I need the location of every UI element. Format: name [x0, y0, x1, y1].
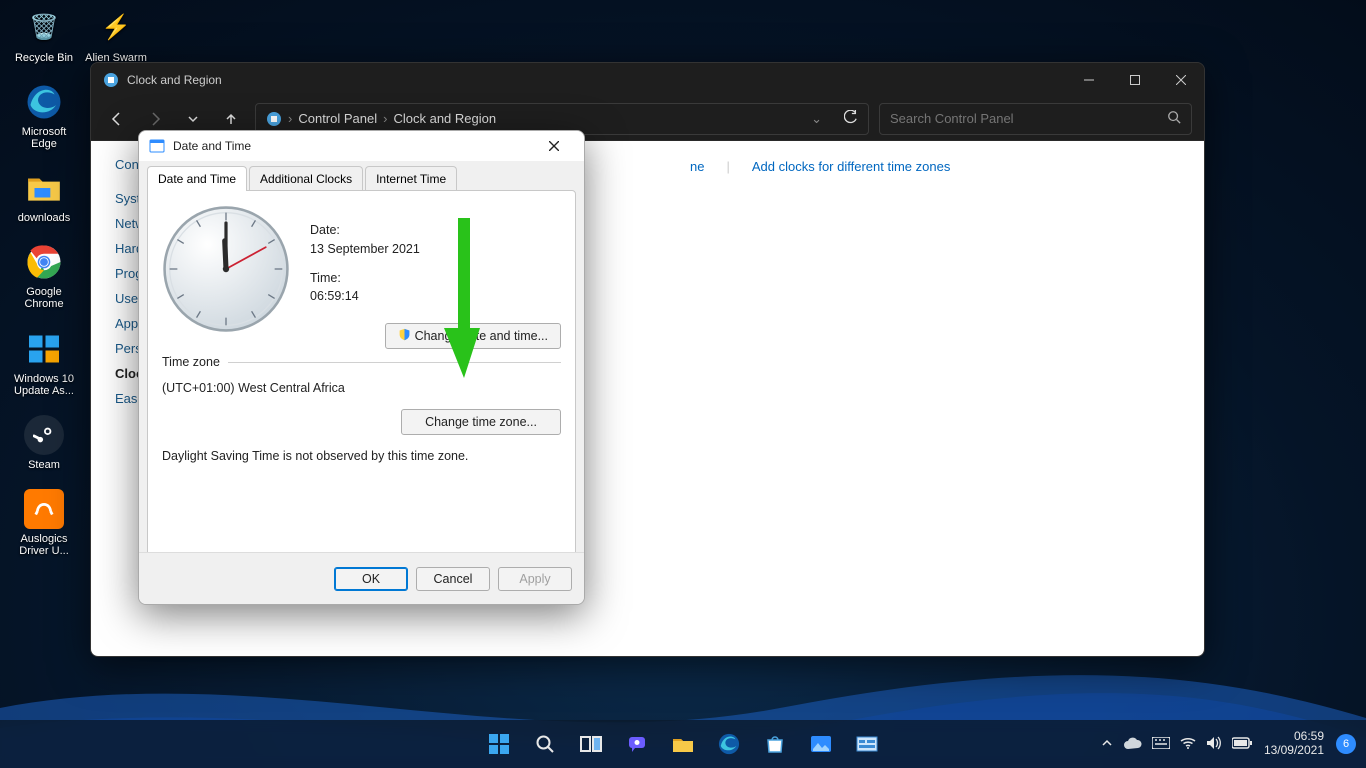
- change-timezone-button[interactable]: Change time zone...: [401, 409, 561, 435]
- recycle-bin-icon: 🗑️: [24, 8, 64, 48]
- taskbar: 06:59 13/09/2021 6: [0, 720, 1366, 768]
- notification-badge[interactable]: 6: [1336, 734, 1356, 754]
- taskbar-control-panel-button[interactable]: [847, 724, 887, 764]
- change-timezone-label: Change time zone...: [425, 415, 537, 429]
- tab-date-time[interactable]: Date and Time: [147, 166, 247, 191]
- windows-update-icon: [24, 329, 64, 369]
- nav-up-button[interactable]: [217, 105, 245, 133]
- tab-additional-clocks[interactable]: Additional Clocks: [249, 166, 363, 191]
- chevron-right-icon: ›: [383, 111, 387, 126]
- divider: [228, 362, 561, 363]
- ok-button[interactable]: OK: [334, 567, 408, 591]
- date-time-dialog: Date and Time Date and Time Additional C…: [138, 130, 585, 605]
- desktop-icon-label: Steam: [28, 459, 60, 471]
- desktop-icon-label: Microsoft Edge: [22, 126, 67, 150]
- tab-internet-time[interactable]: Internet Time: [365, 166, 457, 191]
- tray-overflow-button[interactable]: [1102, 737, 1112, 751]
- date-label: Date:: [310, 221, 420, 240]
- link-set-time-date[interactable]: ne: [690, 159, 704, 174]
- start-button[interactable]: [479, 724, 519, 764]
- apply-button[interactable]: Apply: [498, 567, 572, 591]
- window-close-button[interactable]: [1158, 63, 1204, 97]
- breadcrumb-leaf[interactable]: Clock and Region: [393, 111, 496, 126]
- desktop-icon-steam[interactable]: Steam: [8, 415, 80, 471]
- taskbar-clock-time: 06:59: [1264, 730, 1324, 744]
- dst-note: Daylight Saving Time is not observed by …: [162, 449, 561, 463]
- task-view-button[interactable]: [571, 724, 611, 764]
- window-maximize-button[interactable]: [1112, 63, 1158, 97]
- search-box[interactable]: [879, 103, 1192, 135]
- divider: |: [726, 159, 729, 174]
- desktop-icon-label: Recycle Bin: [15, 52, 73, 64]
- chevron-down-icon[interactable]: ⌄: [811, 111, 822, 127]
- desktop-icons: 🗑️ Recycle Bin ⚡ Alien Swarm Microsoft E…: [8, 8, 88, 575]
- change-date-time-label: Change date and time...: [415, 329, 548, 343]
- desktop-icon-edge[interactable]: Microsoft Edge: [8, 82, 80, 150]
- timezone-value: (UTC+01:00) West Central Africa: [162, 381, 561, 395]
- nav-recent-button[interactable]: [179, 105, 207, 133]
- dialog-footer: OK Cancel Apply: [139, 552, 584, 604]
- breadcrumb-root[interactable]: Control Panel: [298, 111, 377, 126]
- change-date-time-button[interactable]: Change date and time...: [385, 323, 561, 349]
- desktop-icon-label: downloads: [18, 212, 71, 224]
- taskbar-explorer-button[interactable]: [663, 724, 703, 764]
- time-value: 06:59:14: [310, 287, 420, 306]
- date-time-icon: [149, 138, 165, 154]
- tab-pane-date-time: Date: 13 September 2021 Time: 06:59:14 C…: [147, 190, 576, 564]
- taskbar-edge-button[interactable]: [709, 724, 749, 764]
- taskbar-center: [479, 724, 887, 764]
- time-label: Time:: [310, 269, 420, 288]
- taskbar-system-tray: 06:59 13/09/2021 6: [1102, 720, 1362, 768]
- chevron-right-icon: ›: [288, 111, 292, 126]
- desktop-icon-label: Google Chrome: [24, 286, 63, 310]
- desktop-icon-downloads[interactable]: downloads: [8, 168, 80, 224]
- wifi-icon[interactable]: [1180, 737, 1196, 752]
- keyboard-icon[interactable]: [1152, 737, 1170, 752]
- desktop-icon-win10-update[interactable]: Windows 10 Update As...: [8, 329, 80, 397]
- dialog-title: Date and Time: [173, 139, 251, 153]
- volume-icon[interactable]: [1206, 736, 1222, 753]
- steam-icon: [24, 415, 64, 455]
- cancel-button[interactable]: Cancel: [416, 567, 490, 591]
- analog-clock: [162, 205, 290, 333]
- control-panel-icon: [266, 111, 282, 127]
- desktop: 🗑️ Recycle Bin ⚡ Alien Swarm Microsoft E…: [0, 0, 1366, 768]
- window-titlebar[interactable]: Clock and Region: [91, 63, 1204, 97]
- nav-forward-button[interactable]: [141, 105, 169, 133]
- taskbar-photos-button[interactable]: [801, 724, 841, 764]
- desktop-icon-chrome[interactable]: Google Chrome: [8, 242, 80, 310]
- battery-icon[interactable]: [1232, 737, 1252, 752]
- timezone-legend: Time zone: [162, 355, 220, 369]
- link-add-clocks[interactable]: Add clocks for different time zones: [752, 159, 950, 174]
- uac-shield-icon: [398, 328, 411, 344]
- nav-back-button[interactable]: [103, 105, 131, 133]
- taskbar-clock-date: 13/09/2021: [1264, 744, 1324, 758]
- desktop-icon-alien-swarm[interactable]: ⚡ Alien Swarm: [80, 8, 152, 64]
- search-input[interactable]: [890, 111, 1167, 126]
- dialog-close-button[interactable]: [534, 131, 574, 161]
- chrome-icon: [24, 242, 64, 282]
- alien-swarm-icon: ⚡: [96, 8, 136, 48]
- taskbar-clock[interactable]: 06:59 13/09/2021: [1264, 730, 1324, 758]
- desktop-icon-auslogics[interactable]: Auslogics Driver U...: [8, 489, 80, 557]
- desktop-icon-recycle-bin[interactable]: 🗑️ Recycle Bin: [8, 8, 80, 64]
- auslogics-icon: [24, 489, 64, 529]
- taskbar-search-button[interactable]: [525, 724, 565, 764]
- control-panel-icon: [103, 72, 119, 88]
- dialog-tabs: Date and Time Additional Clocks Internet…: [139, 161, 584, 190]
- search-icon[interactable]: [1167, 110, 1181, 127]
- window-title: Clock and Region: [127, 73, 222, 87]
- window-minimize-button[interactable]: [1066, 63, 1112, 97]
- onedrive-icon[interactable]: [1124, 737, 1142, 752]
- desktop-icon-label: Auslogics Driver U...: [19, 533, 69, 557]
- taskbar-chat-button[interactable]: [617, 724, 657, 764]
- folder-icon: [24, 168, 64, 208]
- refresh-icon[interactable]: [844, 110, 858, 127]
- desktop-icon-label: Windows 10 Update As...: [14, 373, 74, 397]
- taskbar-store-button[interactable]: [755, 724, 795, 764]
- dialog-titlebar[interactable]: Date and Time: [139, 131, 584, 161]
- date-value: 13 September 2021: [310, 240, 420, 259]
- edge-icon: [24, 82, 64, 122]
